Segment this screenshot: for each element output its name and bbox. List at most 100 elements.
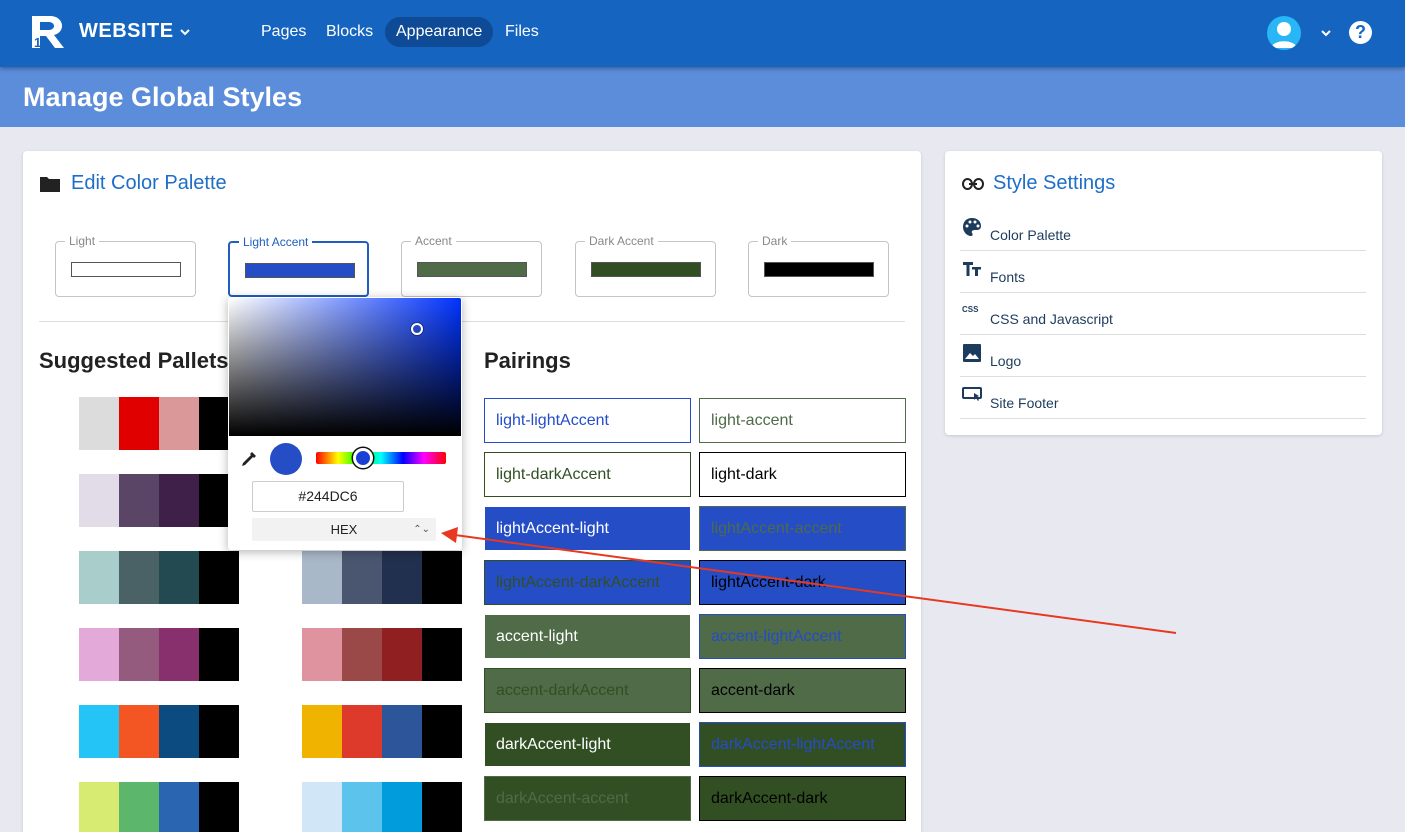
settings-item-logo[interactable]: Logo xyxy=(960,335,1366,377)
pairing-darkAccent-lightAccent[interactable]: darkAccent-lightAccent xyxy=(699,722,906,767)
palette-color-swatch xyxy=(159,782,199,832)
suggested-palette-left-1[interactable] xyxy=(39,397,239,450)
palette-color-swatch xyxy=(119,551,159,604)
pairing-light-dark[interactable]: light-dark xyxy=(699,452,906,497)
swatch-field-accent[interactable]: Accent xyxy=(401,234,542,297)
chevron-down-icon[interactable] xyxy=(178,25,192,39)
settings-item-label: Fonts xyxy=(990,269,1026,285)
pairings-title: Pairings xyxy=(484,348,571,373)
palette-color-swatch xyxy=(262,551,302,604)
pairing-lightAccent-darkAccent[interactable]: lightAccent-darkAccent xyxy=(484,560,691,605)
palette-color-swatch xyxy=(119,628,159,681)
pairing-lightAccent-light[interactable]: lightAccent-light xyxy=(484,506,691,551)
pairing-light-darkAccent[interactable]: light-darkAccent xyxy=(484,452,691,497)
image-icon xyxy=(963,344,981,362)
text-fields-icon xyxy=(963,262,981,276)
palette-color-swatch xyxy=(302,782,342,832)
palette-color-swatch xyxy=(422,551,462,604)
pairing-darkAccent-light[interactable]: darkAccent-light xyxy=(484,722,691,767)
suggested-palette-right-3[interactable] xyxy=(262,551,462,604)
palette-color-swatch xyxy=(39,397,79,450)
suggested-palette-left-4[interactable] xyxy=(39,628,239,681)
pairing-accent-dark[interactable]: accent-dark xyxy=(699,668,906,713)
settings-item-css[interactable]: CSS CSS and Javascript xyxy=(960,293,1366,335)
nav-files[interactable]: Files xyxy=(494,17,550,47)
page-header: Manage Global Styles xyxy=(0,67,1405,127)
user-avatar[interactable] xyxy=(1267,16,1301,50)
palette-color-swatch xyxy=(199,551,239,604)
palette-color-swatch xyxy=(119,397,159,450)
swatch-color-box[interactable] xyxy=(71,262,181,277)
swatch-field-dark-accent[interactable]: Dark Accent xyxy=(575,234,716,297)
pairing-darkAccent-dark[interactable]: darkAccent-dark xyxy=(699,776,906,821)
suggested-palette-left-6[interactable] xyxy=(39,782,239,832)
hue-slider-handle[interactable] xyxy=(353,448,373,468)
settings-item-color-palette[interactable]: Color Palette xyxy=(960,209,1366,251)
eyedropper-icon[interactable] xyxy=(240,450,258,468)
swatch-color-box[interactable] xyxy=(417,262,527,277)
svg-text:1: 1 xyxy=(34,35,41,50)
link-icon xyxy=(962,178,984,190)
svg-text:CSS: CSS xyxy=(962,305,979,314)
swatch-color-box[interactable] xyxy=(245,263,355,278)
hue-slider[interactable] xyxy=(316,452,446,464)
settings-item-label: Color Palette xyxy=(990,227,1071,243)
settings-item-site-footer[interactable]: Site Footer xyxy=(960,377,1366,419)
logo-icon[interactable]: 1 xyxy=(28,14,66,50)
nav-blocks[interactable]: Blocks xyxy=(315,17,384,47)
swatch-field-dark[interactable]: Dark xyxy=(748,234,889,297)
palette-color-swatch xyxy=(79,782,119,832)
nav-appearance[interactable]: Appearance xyxy=(385,17,494,47)
pairing-accent-lightAccent[interactable]: accent-lightAccent xyxy=(699,614,906,659)
pairing-light-lightAccent[interactable]: light-lightAccent xyxy=(484,398,691,443)
palette-color-swatch xyxy=(119,705,159,758)
person-icon xyxy=(1271,22,1297,48)
suggested-palette-left-5[interactable] xyxy=(39,705,239,758)
palette-color-swatch xyxy=(342,628,382,681)
edit-palette-title: Edit Color Palette xyxy=(71,172,227,194)
suggested-palette-left-2[interactable] xyxy=(39,474,239,527)
swatch-color-box[interactable] xyxy=(764,262,874,277)
pairing-lightAccent-dark[interactable]: lightAccent-dark xyxy=(699,560,906,605)
pairing-accent-darkAccent[interactable]: accent-darkAccent xyxy=(484,668,691,713)
nav-pages[interactable]: Pages xyxy=(250,17,317,47)
swatch-label: Light Accent xyxy=(239,235,313,249)
up-down-arrows-icon: ⌃⌄ xyxy=(413,524,430,535)
swatch-color-box[interactable] xyxy=(591,262,701,277)
pairing-light-accent[interactable]: light-accent xyxy=(699,398,906,443)
saturation-area[interactable] xyxy=(229,298,461,436)
swatch-field-light[interactable]: Light xyxy=(55,234,196,297)
color-preview xyxy=(270,443,302,475)
help-icon[interactable]: ? xyxy=(1349,21,1372,44)
pairing-accent-light[interactable]: accent-light xyxy=(484,614,691,659)
palette-color-swatch xyxy=(79,705,119,758)
pairing-darkAccent-accent[interactable]: darkAccent-accent xyxy=(484,776,691,821)
palette-color-swatch xyxy=(159,397,199,450)
hex-input[interactable]: #244DC6 xyxy=(252,481,404,512)
settings-item-fonts[interactable]: Fonts xyxy=(960,251,1366,293)
suggested-palette-right-5[interactable] xyxy=(262,705,462,758)
palette-color-swatch xyxy=(382,782,422,832)
suggested-palette-right-4[interactable] xyxy=(262,628,462,681)
swatch-label: Dark xyxy=(758,234,792,248)
palette-color-swatch xyxy=(159,551,199,604)
suggested-palette-left-3[interactable] xyxy=(39,551,239,604)
saturation-handle[interactable] xyxy=(411,323,423,335)
palette-color-swatch xyxy=(79,397,119,450)
pairing-lightAccent-accent[interactable]: lightAccent-accent xyxy=(699,506,906,551)
edit-palette-card: Edit Color Palette Light Light Accent Acce… xyxy=(23,151,921,832)
palette-color-swatch xyxy=(302,705,342,758)
suggested-palette-right-6[interactable] xyxy=(262,782,462,832)
swatch-field-light-accent[interactable]: Light Accent xyxy=(228,235,369,297)
site-name[interactable]: WEBSITE xyxy=(79,20,174,43)
palette-color-swatch xyxy=(382,705,422,758)
palette-color-swatch xyxy=(79,551,119,604)
palette-color-swatch xyxy=(159,628,199,681)
settings-item-label: Logo xyxy=(990,353,1022,369)
folder-icon xyxy=(40,177,60,192)
color-mode-select[interactable]: HEX ⌃⌄ xyxy=(252,518,436,541)
palette-color-swatch xyxy=(39,474,79,527)
color-picker-popover: #244DC6 HEX ⌃⌄ xyxy=(228,297,462,550)
account-menu-chevron-icon[interactable] xyxy=(1319,26,1333,40)
palette-color-swatch xyxy=(422,628,462,681)
